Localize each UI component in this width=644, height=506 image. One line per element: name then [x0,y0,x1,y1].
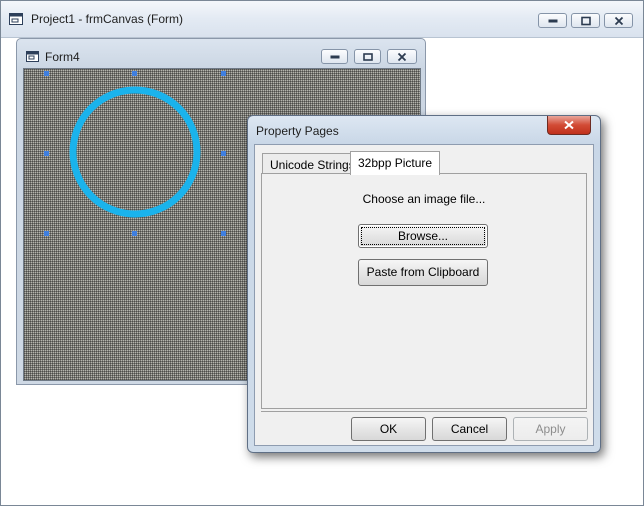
browse-button[interactable]: Browse... [358,224,488,248]
tab-unicode-strings[interactable]: Unicode Strings [262,153,363,175]
choose-image-prompt: Choose an image file... [362,192,486,206]
form4-maximize-button[interactable] [354,49,381,64]
form-document-icon [9,13,23,28]
dialog-client-area: Unicode Strings 32bpp Picture Choose an … [254,144,594,446]
tab-panel-32bpp-picture: Choose an image file... Browse... Paste … [261,173,587,409]
property-pages-dialog[interactable]: Property Pages Unicode Strings 32bpp Pic… [247,115,601,453]
close-button[interactable] [604,13,633,28]
form4-title: Form4 [45,50,80,64]
close-icon [397,52,407,61]
dialog-title: Property Pages [256,124,339,138]
tab-32bpp-picture[interactable]: 32bpp Picture [350,151,441,175]
designer-titlebar[interactable]: Project1 - frmCanvas (Form) [1,1,643,38]
selection-handle[interactable] [132,71,137,76]
paste-from-clipboard-button[interactable]: Paste from Clipboard [358,259,488,286]
restore-icon [580,16,591,25]
minimize-button[interactable] [538,13,567,28]
selection-handle[interactable] [221,71,226,76]
selection-handle[interactable] [44,231,49,236]
dialog-close-button[interactable] [547,116,591,135]
cancel-button[interactable]: Cancel [432,417,507,441]
selection-handle[interactable] [221,231,226,236]
minimize-icon [548,19,557,22]
form4-close-button[interactable] [387,49,417,64]
maximize-icon [362,52,373,61]
ok-button[interactable]: OK [351,417,426,441]
apply-button[interactable]: Apply [513,417,588,441]
designer-window-title: Project1 - frmCanvas (Form) [31,12,184,26]
selection-handle[interactable] [221,151,226,156]
selection-handle[interactable] [132,231,137,236]
form4-minimize-button[interactable] [321,49,348,64]
dialog-separator [261,411,587,412]
close-icon [564,120,574,130]
close-icon [614,16,623,25]
minimize-icon [330,55,339,58]
selection-handle[interactable] [44,151,49,156]
selection-handle[interactable] [44,71,49,76]
restore-button[interactable] [571,13,600,28]
form-document-icon [26,51,39,65]
